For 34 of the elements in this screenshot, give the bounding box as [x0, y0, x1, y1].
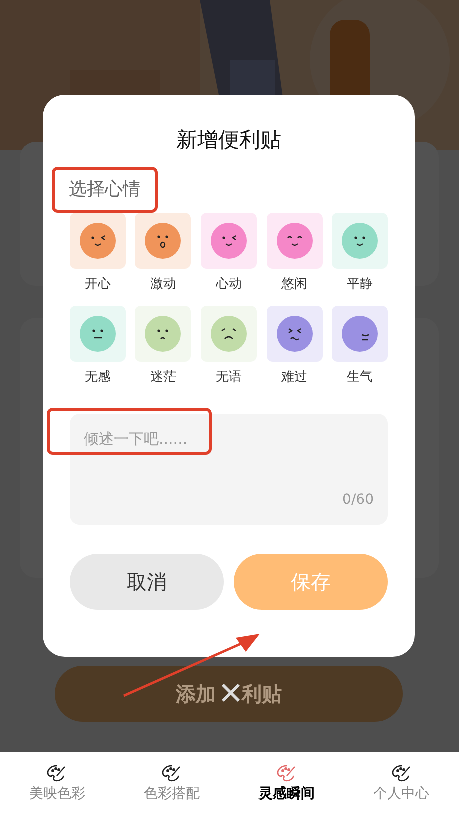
add-note-button[interactable]: 添加 利贴 [55, 666, 403, 722]
mood-tile[interactable] [135, 306, 192, 362]
character-counter: 0/60 [342, 490, 374, 510]
mood-tile[interactable] [70, 306, 126, 362]
palette-icon [392, 764, 412, 782]
tab[interactable]: 美映色彩 [0, 752, 115, 816]
mood-name: 无感 [84, 369, 111, 387]
close-icon[interactable] [221, 683, 241, 703]
palette-icon [162, 764, 182, 782]
mood-name: 平静 [347, 276, 374, 294]
mood-tile[interactable] [332, 306, 388, 362]
mood-tile[interactable] [266, 306, 323, 362]
cancel-button[interactable]: 取消 [70, 554, 224, 610]
mood-name: 心动 [216, 276, 242, 294]
mood-name: 开心 [84, 276, 111, 294]
palette-icon [47, 764, 68, 782]
mood-name: 迷茫 [150, 369, 176, 387]
mood-name: 无语 [216, 369, 242, 387]
mood-tile[interactable] [135, 212, 192, 268]
dialog-title: 新增便利贴 [176, 127, 282, 154]
mood-name: 悠闲 [282, 276, 308, 294]
mood-tile[interactable] [201, 306, 257, 362]
mood-tile[interactable] [70, 212, 126, 268]
mood-name: 激动 [150, 276, 176, 294]
tab[interactable]: 个人中心 [344, 752, 459, 816]
mood-tile[interactable] [201, 212, 257, 268]
mood-tile[interactable] [332, 212, 388, 268]
mood-name: 难过 [282, 369, 308, 387]
mood-tile[interactable] [266, 212, 323, 268]
tab[interactable]: 色彩搭配 [114, 752, 230, 816]
tab[interactable]: 灵感瞬间 [230, 752, 344, 816]
mood-label: 选择心情 [69, 178, 141, 202]
mood-name: 生气 [347, 369, 374, 387]
palette-icon [276, 764, 297, 782]
